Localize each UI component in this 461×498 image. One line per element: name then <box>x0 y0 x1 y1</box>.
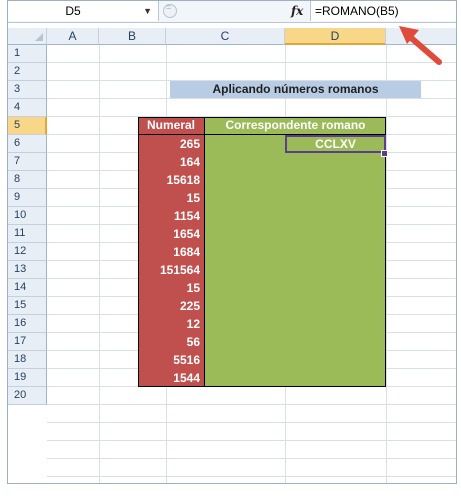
numeral-cell[interactable]: 1654 <box>138 225 200 243</box>
numeral-cell[interactable]: 15618 <box>138 171 200 189</box>
row-header-17[interactable]: 17 <box>8 333 47 351</box>
numeral-cell[interactable]: 15 <box>138 279 200 297</box>
row-header-19[interactable]: 19 <box>8 369 47 387</box>
name-box-value: D5 <box>65 4 81 18</box>
formula-bar: D5 ▼ = fx =ROMANO(B5) <box>8 1 456 23</box>
numeral-cell[interactable]: 1684 <box>138 243 200 261</box>
row-header-14[interactable]: 14 <box>8 279 47 297</box>
row-header-20[interactable]: 20 <box>8 387 47 405</box>
row-header-9[interactable]: 9 <box>8 189 47 207</box>
row-header-13[interactable]: 13 <box>8 261 47 279</box>
chevron-down-icon[interactable]: ▼ <box>143 1 152 21</box>
column-header-c[interactable]: C <box>166 28 285 45</box>
table-divider <box>204 117 205 387</box>
numeral-cell[interactable]: 1154 <box>138 207 200 225</box>
function-icon[interactable]: fx <box>291 1 303 21</box>
row-header-18[interactable]: 18 <box>8 351 47 369</box>
formula-cancel-control[interactable]: = <box>158 1 178 21</box>
sheet-title-cell[interactable]: Aplicando números romanos <box>170 81 421 98</box>
row-header-8[interactable]: 8 <box>8 171 47 189</box>
roman-column-fill <box>205 117 386 387</box>
column-header-b[interactable]: B <box>99 28 166 45</box>
numeral-cell[interactable]: 154 <box>138 387 200 405</box>
row-header-3[interactable]: 3 <box>8 81 47 99</box>
name-box[interactable]: D5 ▼ <box>8 1 159 21</box>
cell-grid[interactable]: Aplicando números romanos Numeral Corres… <box>47 45 456 483</box>
row-header-15[interactable]: 15 <box>8 297 47 315</box>
fill-handle[interactable] <box>381 150 388 157</box>
gridline <box>47 98 456 99</box>
numeral-cell[interactable]: 265 <box>138 135 200 153</box>
gridline <box>47 422 456 423</box>
circle-icon: = <box>163 2 177 18</box>
header-numeral[interactable]: Numeral <box>138 117 204 134</box>
arrow-icon <box>399 26 442 65</box>
header-roman[interactable]: Correspondente romano <box>205 117 386 134</box>
numeral-cell[interactable]: 56 <box>138 333 200 351</box>
active-cell-d5[interactable]: CCLXV <box>285 135 386 153</box>
gridline <box>99 45 100 483</box>
numeral-cell[interactable]: 151564 <box>138 261 200 279</box>
row-header-4[interactable]: 4 <box>8 99 47 117</box>
spreadsheet-window: D5 ▼ = fx =ROMANO(B5) A B C D 1234567891… <box>7 0 457 484</box>
gridline <box>47 476 456 477</box>
gridline <box>47 440 456 441</box>
numeral-cell[interactable]: 15 <box>138 189 200 207</box>
row-header-12[interactable]: 12 <box>8 243 47 261</box>
numeral-cell[interactable]: 12 <box>138 315 200 333</box>
gridline <box>386 45 387 483</box>
numeral-cell[interactable]: 1544 <box>138 369 200 387</box>
column-header-d[interactable]: D <box>285 28 386 45</box>
row-header-7[interactable]: 7 <box>8 153 47 171</box>
row-header-11[interactable]: 11 <box>8 225 47 243</box>
row-header-16[interactable]: 16 <box>8 315 47 333</box>
numeral-cell[interactable]: 164 <box>138 153 200 171</box>
gridline <box>47 458 456 459</box>
numeral-cell[interactable]: 225 <box>138 297 200 315</box>
column-header-a[interactable]: A <box>47 28 99 45</box>
row-header-6[interactable]: 6 <box>8 135 47 153</box>
gridline <box>47 404 456 405</box>
row-header-5[interactable]: 5 <box>8 117 47 135</box>
numeral-cell[interactable]: 5516 <box>138 351 200 369</box>
row-header-2[interactable]: 2 <box>8 63 47 81</box>
row-header-10[interactable]: 10 <box>8 207 47 225</box>
row-header-1[interactable]: 1 <box>8 45 47 63</box>
select-all-corner[interactable] <box>8 28 47 45</box>
